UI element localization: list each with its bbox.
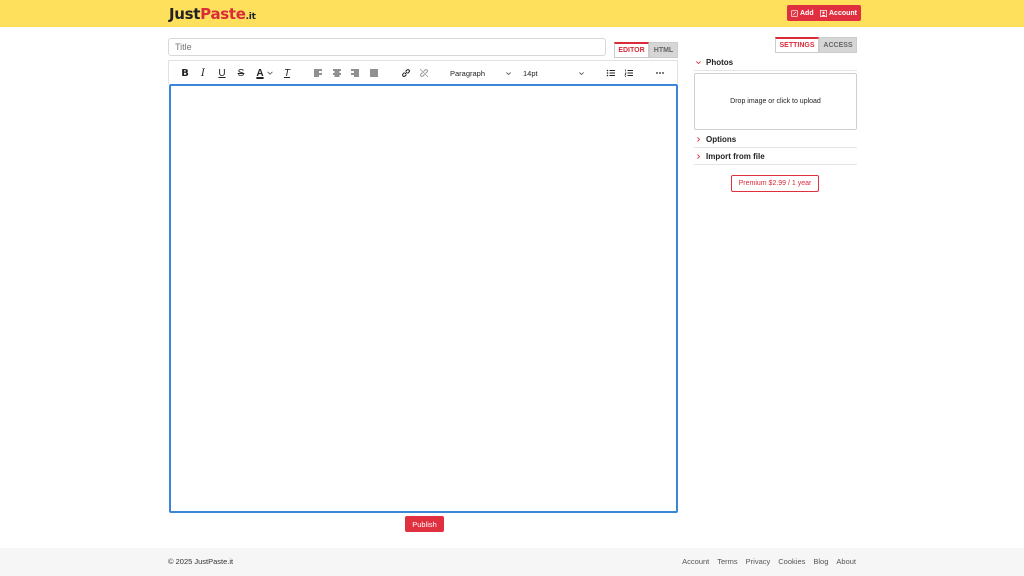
photos-section-toggle[interactable]: Photos — [694, 54, 857, 71]
footer-links: Account Terms Privacy Cookies Blog About — [682, 557, 856, 566]
options-section-label: Options — [706, 134, 737, 144]
clear-formatting-icon[interactable]: T — [280, 66, 294, 80]
footer-link-about[interactable]: About — [836, 557, 856, 566]
italic-icon[interactable]: I — [196, 66, 210, 80]
font-size-value: 14pt — [523, 68, 538, 78]
edit-icon — [791, 9, 798, 17]
chevron-down-icon — [506, 71, 511, 75]
logo-text-paste: Paste — [200, 5, 246, 23]
title-input[interactable] — [168, 38, 606, 56]
footer-link-blog[interactable]: Blog — [813, 557, 828, 566]
editor-content-area[interactable] — [169, 84, 678, 513]
chevron-down-icon — [579, 71, 584, 75]
bullet-list-icon[interactable] — [604, 66, 618, 80]
add-button[interactable]: Add — [787, 5, 818, 21]
footer: © 2025 JustPaste.it Account Terms Privac… — [0, 548, 1024, 576]
unlink-icon[interactable] — [417, 66, 431, 80]
account-button-label: Account — [829, 9, 857, 17]
chevron-right-icon — [697, 153, 701, 159]
user-icon — [820, 9, 827, 17]
options-section-toggle[interactable]: Options — [694, 131, 857, 148]
tab-html[interactable]: HTML — [649, 42, 678, 58]
photos-section-label: Photos — [706, 57, 734, 67]
block-format-select[interactable]: Paragraph — [446, 66, 516, 80]
copyright: © 2025 JustPaste.it — [168, 557, 234, 566]
align-left-icon[interactable] — [311, 66, 325, 80]
footer-link-privacy[interactable]: Privacy — [746, 557, 771, 566]
more-icon[interactable] — [653, 66, 667, 80]
text-color-icon[interactable]: A — [253, 66, 267, 80]
image-dropzone[interactable]: Drop image or click to upload — [694, 73, 857, 130]
tab-editor[interactable]: EDITOR — [614, 42, 649, 58]
bold-icon[interactable]: B — [178, 66, 192, 80]
sidebar-tabs: SETTINGS ACCESS — [775, 37, 857, 53]
align-center-icon[interactable] — [330, 66, 344, 80]
font-size-select[interactable]: 14pt — [519, 66, 589, 80]
logo[interactable]: JustPaste.it — [169, 5, 256, 23]
logo-text-it: .it — [245, 12, 256, 22]
link-icon[interactable] — [399, 66, 413, 80]
editor-toolbar: B I U S A T Paragraph 14pt — [168, 60, 678, 84]
align-right-icon[interactable] — [348, 66, 362, 80]
chevron-right-icon — [697, 136, 701, 142]
top-bar: JustPaste.it Add Account — [0, 0, 1024, 27]
import-section-label: Import from file — [706, 151, 765, 161]
tab-settings[interactable]: SETTINGS — [775, 37, 819, 53]
chevron-down-icon — [696, 60, 701, 64]
tab-access[interactable]: ACCESS — [819, 37, 857, 53]
publish-button[interactable]: Publish — [405, 516, 444, 532]
strikethrough-icon[interactable]: S — [234, 66, 248, 80]
block-format-value: Paragraph — [450, 68, 486, 78]
add-button-label: Add — [800, 9, 814, 17]
premium-button[interactable]: Premium $2.99 / 1 year — [731, 175, 819, 192]
dropzone-text: Drop image or click to upload — [730, 98, 821, 105]
account-button[interactable]: Account — [816, 5, 861, 21]
underline-icon[interactable]: U — [215, 66, 229, 80]
footer-link-account[interactable]: Account — [682, 557, 709, 566]
align-justify-icon[interactable] — [367, 66, 381, 80]
chevron-down-icon[interactable] — [266, 66, 274, 80]
footer-link-cookies[interactable]: Cookies — [778, 557, 805, 566]
editor-mode-tabs: EDITOR HTML — [614, 42, 678, 58]
numbered-list-icon[interactable] — [622, 66, 636, 80]
import-section-toggle[interactable]: Import from file — [694, 148, 857, 165]
footer-link-terms[interactable]: Terms — [717, 557, 737, 566]
logo-text-just: Just — [169, 5, 201, 23]
